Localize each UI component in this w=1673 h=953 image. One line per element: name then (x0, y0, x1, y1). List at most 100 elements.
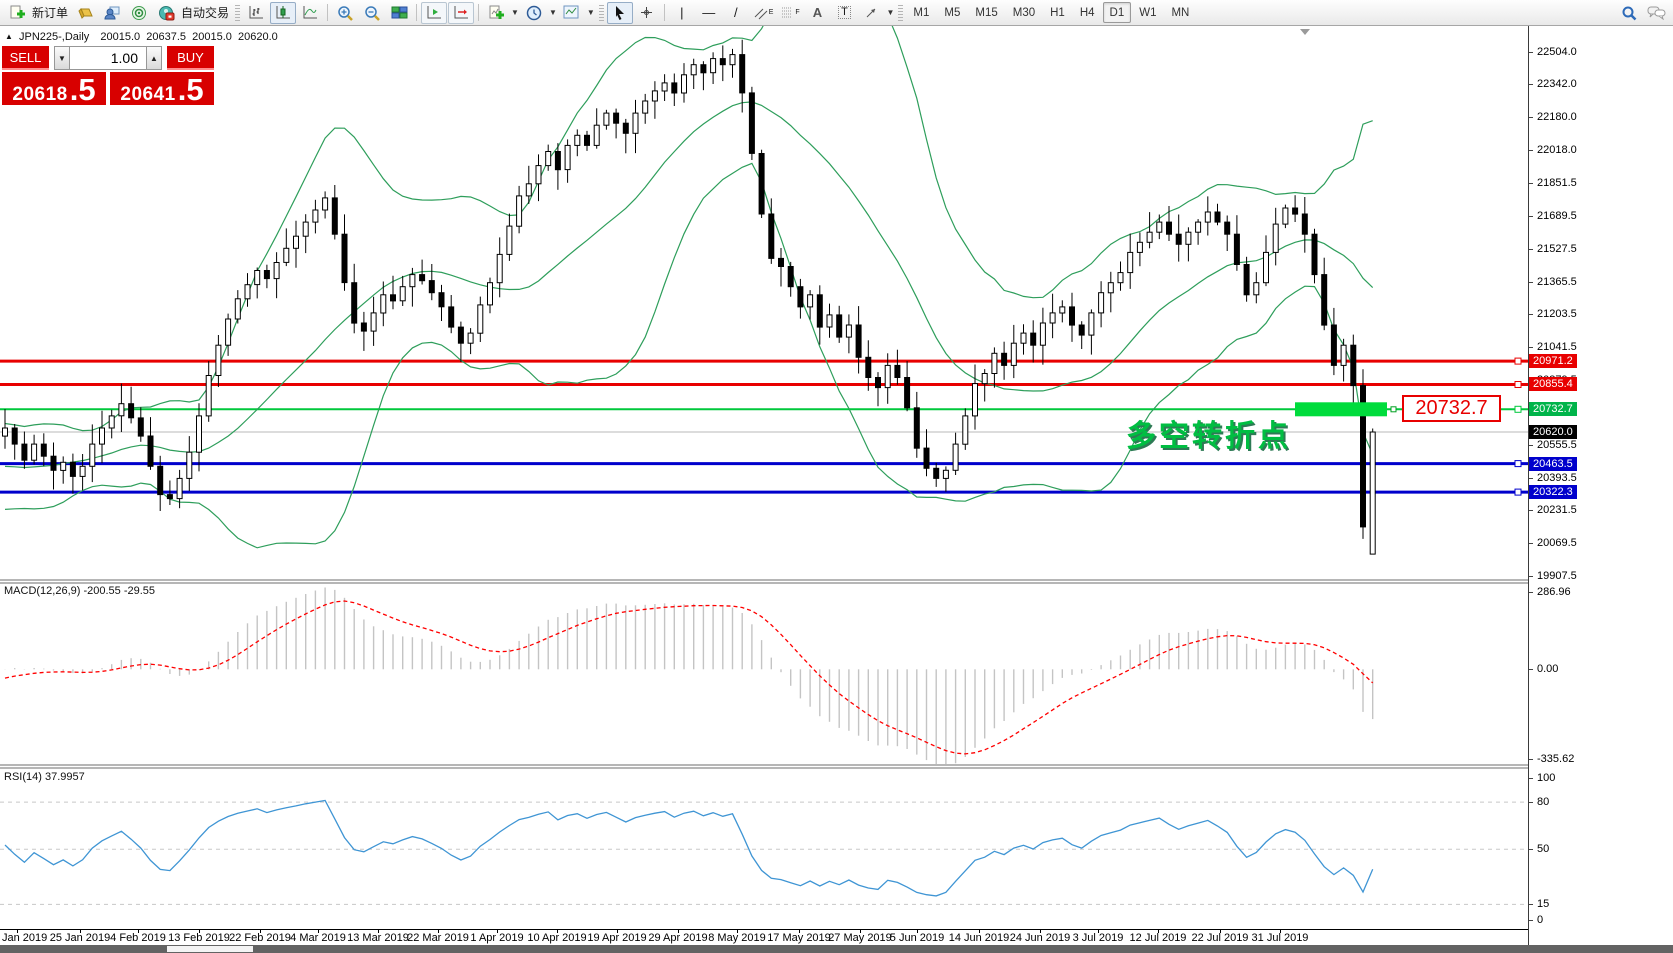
equidistant-channel-tool[interactable]: E (750, 2, 777, 24)
timeframe-MN[interactable]: MN (1164, 2, 1196, 23)
candlestick-chart-button[interactable] (270, 2, 296, 24)
price-tick-label: 21365.5 (1537, 276, 1577, 288)
chat-icon[interactable] (1643, 2, 1669, 24)
price-tick-label: 21851.5 (1537, 177, 1577, 189)
timeframe-bar: M1M5M15M30H1H4D1W1MN (906, 2, 1196, 23)
symbol-period: JPN225-,Daily (19, 31, 89, 43)
periods-dropdown-caret[interactable]: ▼ (549, 8, 557, 17)
mt4-terminal: { "toolbar": { "new_order_label": "新订单",… (0, 0, 1673, 953)
chart-shift-button[interactable] (448, 2, 474, 24)
symbol-info: ▲ JPN225-,Daily 20015.0 20637.5 20015.0 … (5, 31, 278, 43)
shapes-dropdown-caret[interactable]: ▼ (886, 8, 894, 17)
new-order-label[interactable]: 新订单 (32, 4, 68, 21)
sell-price-button[interactable]: 20618 .5 (2, 72, 106, 105)
rsi-tick-label: 80 (1537, 796, 1549, 808)
tile-windows-button[interactable] (386, 2, 412, 24)
ohlc-low: 20015.0 (192, 31, 232, 43)
turning-point-annotation[interactable]: 多空转折点 (1126, 411, 1291, 455)
auto-scroll-button[interactable] (421, 2, 447, 24)
volume-decrease-button[interactable]: ▼ (54, 46, 70, 70)
price-badge: 20732.7 (1529, 402, 1577, 416)
indicators-dropdown-caret[interactable]: ▼ (511, 8, 519, 17)
timeframe-H4[interactable]: H4 (1073, 2, 1102, 23)
toolbar-drag-handle-2[interactable] (599, 5, 604, 21)
templates-dropdown-caret[interactable]: ▼ (587, 8, 595, 17)
rsi-tick-label: 0 (1537, 914, 1543, 926)
zoom-in-button[interactable] (332, 2, 358, 24)
buy-price-button[interactable]: 20641 .5 (110, 72, 214, 105)
one-click-trading-panel: SELL ▼ 1.00 ▲ BUY 20618 .5 20641 .5 (2, 46, 214, 105)
sound-icon[interactable] (126, 2, 152, 24)
new-order-button[interactable] (4, 2, 30, 24)
macd-indicator-label: MACD(12,26,9) -200.55 -29.55 (4, 585, 155, 597)
price-level-label[interactable]: 20732.7 (1402, 395, 1501, 422)
buy-price-main: 20641 (120, 84, 175, 106)
price-tick-label: 21041.5 (1537, 341, 1577, 353)
price-axis[interactable]: 22504.022342.022180.022018.021851.521689… (1528, 26, 1673, 945)
timeframe-M5[interactable]: M5 (937, 2, 967, 23)
volume-input[interactable]: 1.00 (70, 46, 146, 70)
price-tick-label: 20393.5 (1537, 472, 1577, 484)
crosshair-tool-button[interactable] (634, 2, 660, 24)
autotrading-button[interactable] (153, 2, 179, 24)
ohlc-open: 20015.0 (100, 31, 140, 43)
ohlc-high: 20637.5 (146, 31, 186, 43)
timeframe-D1[interactable]: D1 (1103, 2, 1132, 23)
price-tick-label: 22018.0 (1537, 144, 1577, 156)
price-chart[interactable] (0, 26, 1528, 929)
cursor-tool-button[interactable] (607, 2, 633, 24)
price-tick-label: 21203.5 (1537, 308, 1577, 320)
date-label: 31 Jul 2019 (1242, 932, 1318, 944)
price-tick-label: 21689.5 (1537, 210, 1577, 222)
templates-button[interactable] (559, 2, 585, 24)
timeframe-W1[interactable]: W1 (1132, 2, 1163, 23)
price-badge: 20322.3 (1529, 485, 1577, 499)
indicators-button[interactable] (483, 2, 509, 24)
sell-price-fraction: .5 (70, 72, 96, 108)
shapes-tool[interactable] (858, 2, 884, 24)
rsi-tick-label: 100 (1537, 772, 1555, 784)
trendline-tool[interactable]: / (723, 2, 749, 24)
ohlc-close: 20620.0 (238, 31, 278, 43)
price-badge: 20463.5 (1529, 457, 1577, 471)
horizontal-scrollbar[interactable] (0, 945, 1673, 953)
sell-price-main: 20618 (12, 84, 67, 106)
toolbar-drag-handle-3[interactable] (898, 5, 903, 21)
scrollbar-thumb[interactable] (167, 946, 253, 952)
autotrading-label[interactable]: 自动交易 (181, 4, 229, 21)
chart-shift-marker[interactable] (1300, 29, 1310, 35)
gold-bar-icon[interactable] (72, 2, 98, 24)
line-chart-button[interactable] (297, 2, 323, 24)
timeframe-H1[interactable]: H1 (1043, 2, 1072, 23)
price-tick-label: 22180.0 (1537, 111, 1577, 123)
price-tick-label: 19907.5 (1537, 570, 1577, 582)
timeframe-M30[interactable]: M30 (1006, 2, 1042, 23)
price-tick-label: 21527.5 (1537, 243, 1577, 255)
price-tick-label: 20555.5 (1537, 439, 1577, 451)
rsi-indicator-label: RSI(14) 37.9957 (4, 771, 85, 783)
symbol-triangle-icon: ▲ (5, 32, 13, 41)
date-axis[interactable]: 16 Jan 201925 Jan 20194 Feb 201913 Feb 2… (0, 929, 1528, 946)
zoom-out-button[interactable] (359, 2, 385, 24)
toolbar-drag-handle[interactable] (235, 5, 240, 21)
fibonacci-tool[interactable]: F (777, 2, 803, 24)
price-badge: 20855.4 (1529, 377, 1577, 391)
rsi-tick-label: 50 (1537, 843, 1549, 855)
timeframe-M15[interactable]: M15 (968, 2, 1004, 23)
text-label-tool[interactable]: T (831, 2, 857, 24)
periods-clock-button[interactable] (521, 2, 547, 24)
bar-chart-button[interactable] (243, 2, 269, 24)
price-tick-label: 20231.5 (1537, 504, 1577, 516)
vertical-line-tool[interactable]: | (669, 2, 695, 24)
macd-tick-label: 0.00 (1537, 663, 1558, 675)
price-tick-label: 22342.0 (1537, 78, 1577, 90)
timeframe-M1[interactable]: M1 (906, 2, 936, 23)
horizontal-line-tool[interactable]: — (696, 2, 722, 24)
buy-button[interactable]: BUY (167, 46, 214, 70)
macd-tick-label: 286.96 (1537, 586, 1571, 598)
text-tool[interactable]: A (804, 2, 830, 24)
search-icon[interactable] (1616, 2, 1642, 24)
volume-increase-button[interactable]: ▲ (146, 46, 162, 70)
navigator-icon[interactable] (99, 2, 125, 24)
sell-button[interactable]: SELL (2, 46, 49, 70)
